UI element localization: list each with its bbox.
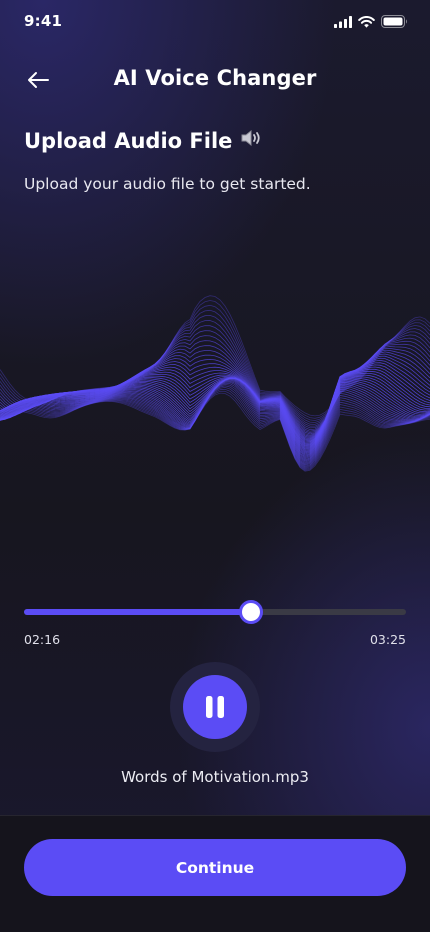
status-time: 9:41: [24, 12, 63, 30]
total-time: 03:25: [369, 632, 406, 647]
section-subtitle: Upload your audio file to get started.: [24, 175, 311, 193]
continue-button[interactable]: Continue: [24, 839, 406, 896]
audio-waveform-visual: [0, 295, 430, 472]
file-name: Words of Motivation.mp3: [121, 768, 309, 786]
waveform-strand: [0, 386, 430, 469]
cellular-signal-icon: [334, 13, 352, 32]
current-time: 02:16: [24, 632, 61, 647]
footer: Continue: [0, 815, 430, 932]
ai-voice-changer-screen: 9:41 AI Voice Changer Upload Audio File …: [0, 0, 430, 932]
progress-fill: [24, 609, 251, 615]
speaker-icon: [240, 128, 264, 153]
status-icons: [334, 13, 408, 32]
status-bar: 9:41: [0, 0, 430, 44]
pause-button[interactable]: [183, 675, 247, 739]
pause-icon: [206, 696, 224, 718]
progress-thumb[interactable]: [238, 600, 263, 624]
progress-slider[interactable]: [24, 600, 406, 624]
section-title-text: Upload Audio File: [24, 128, 233, 153]
battery-icon: [381, 13, 408, 32]
wifi-icon: [358, 13, 375, 32]
header: AI Voice Changer: [0, 56, 430, 104]
section-title: Upload Audio File: [24, 128, 264, 153]
page-title: AI Voice Changer: [113, 66, 317, 90]
